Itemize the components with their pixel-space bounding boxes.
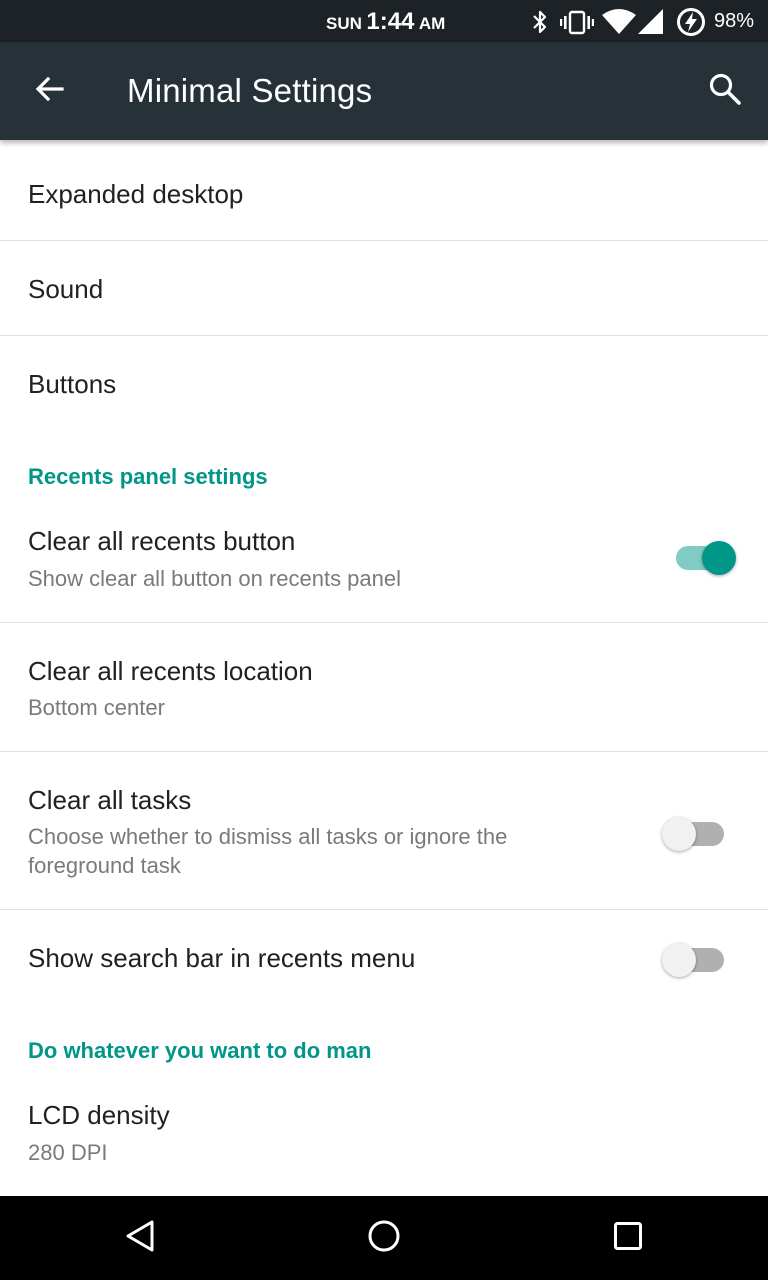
setting-title: Buttons [28,369,117,399]
battery-charging-icon [676,7,706,42]
setting-lcd-density[interactable]: LCD density 280 DPI [0,1084,768,1196]
status-day: SUN [326,14,362,33]
setting-title: Clear all recents button [28,526,296,556]
settings-list: Expanded desktop Sound Buttons Recents p… [0,140,768,1196]
setting-title: LCD density [28,1100,170,1130]
wifi-icon [602,9,636,40]
switch-thumb [662,817,696,851]
page-title: Minimal Settings [127,72,373,109]
clear-all-recents-button-switch[interactable] [670,534,736,576]
bluetooth-icon [530,9,550,40]
status-bar: SUN 1:44 AM 98% [0,0,768,42]
setting-summary: Show clear all button on recents panel [28,566,402,591]
clear-all-tasks-switch[interactable] [662,810,726,852]
recents-square-icon [613,1221,643,1256]
battery-percent: 98% [714,10,755,32]
show-search-bar-switch[interactable] [662,936,726,978]
setting-summary: 280 DPI [28,1140,108,1165]
setting-title: Sound [28,274,104,304]
home-circle-icon [367,1219,401,1258]
cell-signal-icon [638,9,664,40]
setting-expanded-desktop[interactable]: Expanded desktop [0,146,768,240]
status-ampm: AM [418,14,446,33]
search-button[interactable] [701,67,749,115]
switch-thumb [662,943,696,977]
setting-title: Expanded desktop [28,179,244,209]
back-button[interactable] [26,67,74,115]
navigation-bar [0,1196,768,1280]
nav-back-button[interactable] [116,1214,164,1262]
setting-clear-all-tasks[interactable]: Clear all tasks Choose whether to dismis… [0,752,768,909]
setting-sound[interactable]: Sound [0,241,768,335]
switch-thumb [702,541,736,575]
vibrate-icon [560,9,594,40]
arrow-back-icon [34,73,66,110]
setting-title: Clear all recents location [28,656,313,686]
setting-title: Show search bar in recents menu [28,943,416,973]
nav-home-button[interactable] [360,1214,408,1262]
nav-recents-button[interactable] [604,1214,652,1262]
status-time: 1:44 [366,8,415,35]
setting-title: Clear all tasks [28,785,192,815]
status-clock: SUN 1:44 AM [326,8,445,36]
setting-clear-all-recents-button[interactable]: Clear all recents button Show clear all … [0,510,768,622]
search-icon [708,72,742,111]
setting-show-search-bar[interactable]: Show search bar in recents menu [0,910,768,1005]
category-misc: Do whatever you want to do man [28,1038,372,1063]
category-recents-panel: Recents panel settings [28,464,268,489]
setting-summary: Bottom center [28,695,165,720]
back-triangle-icon [123,1218,157,1259]
setting-summary: Choose whether to dismiss all tasks or i… [28,824,508,878]
setting-buttons[interactable]: Buttons [0,336,768,430]
app-bar: Minimal Settings [0,42,768,140]
setting-clear-all-recents-location[interactable]: Clear all recents location Bottom center [0,623,768,751]
